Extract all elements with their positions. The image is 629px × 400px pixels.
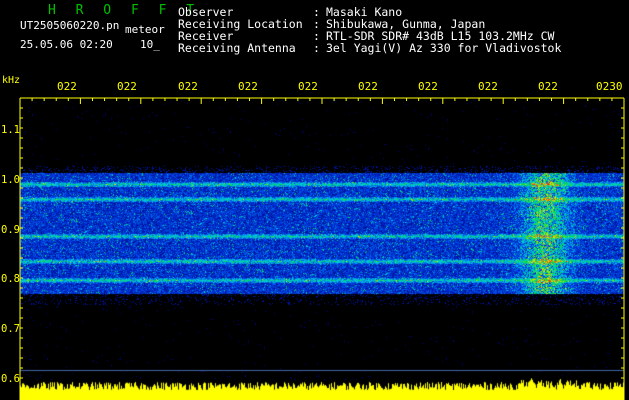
axis-frame bbox=[19, 97, 625, 400]
x-tick-marks bbox=[19, 98, 625, 104]
y-tick-marks bbox=[20, 97, 624, 399]
